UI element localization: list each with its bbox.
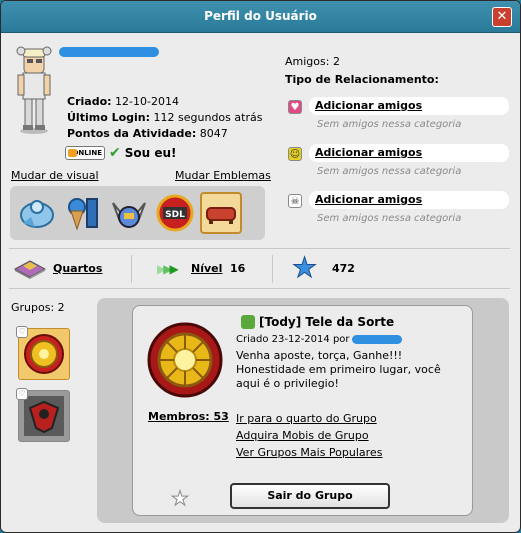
stats-bar: Quartos ▶▶▶ Nível 16 ★ 472 [11,251,511,284]
favorite-heart-icon[interactable]: ♡ [16,326,28,338]
online-row: ONLINE ✔ Sou eu! [65,145,177,161]
title-bar[interactable]: Perfil do Usuário ✕ [1,1,520,33]
window-title: Perfil do Usuário [204,9,317,23]
group-thumb-dragon[interactable]: ♡ [16,388,70,442]
group-owner-icon [241,315,255,329]
rooms-link[interactable]: Quartos [53,262,102,275]
check-icon: ✔ [109,145,121,161]
popular-groups-link[interactable]: Ver Grupos Mais Populares [236,444,382,461]
favorite-heart-icon[interactable]: ♡ [16,388,28,400]
level-link[interactable]: Nível [191,262,222,275]
empty-category-text: Sem amigos nessa categoria [317,166,462,177]
members-link[interactable]: Membros: 53 [148,410,229,423]
group-links: Ir para o quarto do Grupo Adquira Mobis … [236,410,382,461]
badge-angel-icon[interactable] [16,192,58,234]
buy-furni-link[interactable]: Adquira Mobis de Grupo [236,427,382,444]
online-badge: ONLINE [65,146,105,160]
change-badges-link[interactable]: Mudar Emblemas [175,169,271,182]
favorite-star-icon[interactable]: ★ [171,486,190,511]
svg-text:SDL: SDL [165,210,185,220]
divider [9,248,510,249]
group-created: Criado 23-12-2014 por [236,334,402,345]
groups-label: Grupos: 2 [11,301,65,314]
avatar [16,46,52,134]
group-thumb-tele-da-sorte[interactable]: ♡ [16,326,70,380]
star-icon: ★ [291,251,318,284]
change-look-link[interactable]: Mudar de visual [11,169,99,182]
badge-viking-icon[interactable] [108,192,150,234]
group-details-panel: [Tody] Tele da Sorte Criado 23-12-2014 p… [97,298,509,523]
heart-icon: ♥ [288,100,302,114]
activity-points-label: Pontos da Atividade: [67,127,197,140]
add-friends-link[interactable]: Adicionar amigos [309,97,509,115]
badge-sdl-icon[interactable]: SDL [154,192,196,234]
add-friends-link[interactable]: Adicionar amigos [309,191,509,209]
profile-window: Perfil do Usuário ✕ Criado: 12-10-2014 Ú… [0,0,521,533]
group-description: Venha aposte, torça, Ganhe!!! Honestidad… [236,349,441,390]
badge-icecream-icon[interactable] [62,192,104,234]
smile-icon: ☺ [288,147,302,161]
last-login-label: Último Login: [67,111,151,124]
username-redacted [59,47,159,57]
level-value: 16 [230,262,246,275]
badge-sofa-icon[interactable] [200,192,242,234]
leave-group-button[interactable]: Sair do Grupo [230,483,390,509]
divider [9,288,510,289]
badge-shelf: SDL [10,186,265,240]
skull-icon: ☠ [288,194,302,208]
go-to-room-link[interactable]: Ir para o quarto do Grupo [236,410,382,427]
group-card: [Tody] Tele da Sorte Criado 23-12-2014 p… [132,305,473,516]
activity-points-value: 8047 [199,127,228,140]
close-button[interactable]: ✕ [492,7,512,27]
stat-separator [272,255,273,283]
created-label: Criado: [67,95,112,108]
last-login-value: 112 segundos atrás [153,111,263,124]
profile-info: Criado: 12-10-2014 Último Login: 112 seg… [67,94,262,142]
created-value: 12-10-2014 [115,95,179,108]
owner-redacted [351,334,402,344]
level-arrows-icon: ▶▶▶ [157,262,179,276]
friends-count: Amigos: 2 [285,55,340,68]
its-me-label: Sou eu! [124,146,177,160]
group-created-text: Criado 23-12-2014 por [236,334,350,345]
group-title: [Tody] Tele da Sorte [259,315,395,329]
add-friends-link[interactable]: Adicionar amigos [309,144,509,162]
empty-category-text: Sem amigos nessa categoria [317,119,462,130]
relationship-title: Tipo de Relacionamento: [285,73,439,86]
rooms-icon [13,260,47,279]
empty-category-text: Sem amigos nessa categoria [317,213,462,224]
stat-separator [131,255,132,283]
stars-value: 472 [332,262,355,275]
group-badge-icon [147,322,223,398]
